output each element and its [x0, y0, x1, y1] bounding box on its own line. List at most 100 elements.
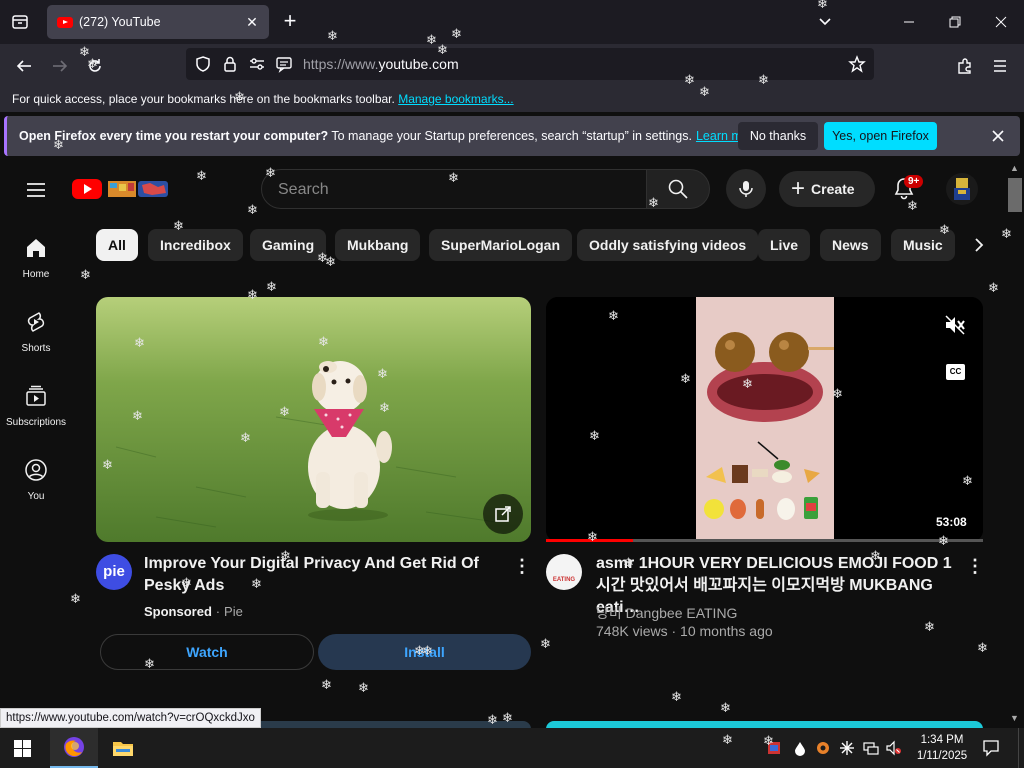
notification-center-icon[interactable] — [982, 739, 1000, 757]
home-icon — [27, 239, 45, 257]
scroll-down-arrow-icon[interactable]: ▼ — [1010, 713, 1019, 723]
muted-speaker-icon[interactable] — [944, 314, 966, 336]
plus-icon: + — [791, 175, 806, 202]
forward-button[interactable] — [47, 53, 73, 79]
ad-thumbnail[interactable] — [96, 297, 531, 542]
page-scrollbar[interactable] — [1006, 160, 1024, 728]
video-age: 10 months ago — [680, 623, 773, 639]
address-bar[interactable]: https://www.youtube.com — [186, 48, 874, 80]
tab-youtube[interactable]: (272) YouTube ✕ — [47, 5, 269, 39]
tray-brightness-icon[interactable] — [839, 740, 855, 756]
bookmark-star-icon[interactable] — [848, 55, 866, 73]
close-notification-icon[interactable] — [988, 126, 1008, 146]
clock-time: 1:34 PM — [920, 734, 964, 746]
arrow-right-icon — [53, 60, 68, 72]
show-desktop-button[interactable] — [1018, 728, 1024, 768]
restore-button[interactable] — [943, 10, 967, 34]
watch-progress-bar — [546, 539, 983, 542]
sidebar-item-subscriptions[interactable]: Subscriptions — [0, 372, 72, 442]
app-menu-button[interactable] — [987, 53, 1013, 79]
sidebar-item-you[interactable]: You — [0, 446, 72, 516]
link-status-panel: https://www.youtube.com/watch?v=crOQxckd… — [0, 708, 261, 728]
network-icon[interactable] — [863, 740, 879, 756]
tray-droplet-icon[interactable] — [792, 740, 808, 756]
ad-more-actions-icon[interactable]: ⋮ — [512, 554, 532, 578]
tray-game-icon[interactable] — [815, 740, 831, 756]
new-tab-button[interactable]: + — [278, 10, 302, 34]
tracking-protection-shield-icon[interactable] — [194, 55, 212, 73]
tab-close-icon[interactable]: ✕ — [243, 13, 261, 31]
mukbang-emoji-food-image — [546, 297, 983, 542]
chip-music[interactable]: Music — [891, 229, 955, 261]
startup-notification-bar: Open Firefox every time you restart your… — [4, 116, 1020, 156]
open-external-button[interactable] — [483, 494, 523, 534]
ad-title[interactable]: Improve Your Digital Privacy And Get Rid… — [144, 553, 506, 597]
clock-date: 1/11/2025 — [916, 750, 968, 762]
guide-menu-icon[interactable] — [24, 178, 48, 202]
advertiser-avatar[interactable]: pie — [96, 554, 132, 590]
chevron-right-icon[interactable] — [966, 232, 992, 258]
tab-title: (272) YouTube — [79, 15, 161, 29]
advertiser-avatar-text: pie — [103, 563, 125, 580]
back-button[interactable] — [11, 53, 37, 79]
captions-icon[interactable]: CC — [946, 364, 965, 380]
chip-live[interactable]: Live — [758, 229, 811, 261]
microphone-icon — [739, 181, 753, 197]
chip-all[interactable]: All — [96, 229, 138, 261]
video-thumbnail[interactable] — [546, 297, 983, 542]
chip-supermariologan[interactable]: SuperMarioLogan — [429, 229, 573, 261]
url-text[interactable]: https://www.youtube.com — [303, 56, 459, 72]
yes-open-firefox-button[interactable]: Yes, open Firefox — [824, 122, 937, 150]
notification-body: To manage your Startup preferences, sear… — [328, 129, 692, 143]
scroll-up-arrow-icon[interactable]: ▲ — [1010, 163, 1019, 173]
search-button[interactable] — [646, 169, 710, 209]
extensions-button[interactable] — [952, 53, 978, 79]
windows-start-icon[interactable] — [14, 740, 31, 757]
reload-button[interactable] — [82, 53, 108, 79]
reader-view-icon[interactable] — [275, 55, 293, 73]
create-button[interactable]: + Create — [779, 171, 875, 207]
firefox-view-button[interactable] — [6, 8, 34, 36]
channel-avatar[interactable]: EATING — [546, 554, 582, 590]
chip-incredibox[interactable]: Incredibox — [148, 229, 243, 261]
chip-oddly-satisfying[interactable]: Oddly satisfying videos — [577, 229, 759, 261]
next-row-thumbnail[interactable] — [546, 721, 983, 728]
taskbar-clock[interactable]: 1:34 PM 1/11/2025 — [910, 732, 974, 764]
chip-mukbang[interactable]: Mukbang — [335, 229, 421, 261]
external-link-icon — [495, 506, 511, 522]
chip-gaming[interactable]: Gaming — [250, 229, 327, 261]
sidebar-item-home[interactable]: Home — [0, 224, 72, 294]
sidebar-item-shorts[interactable]: Shorts — [0, 298, 72, 368]
video-channel-name[interactable]: 당비 Dangbee EATING — [596, 603, 737, 623]
minimize-button[interactable] — [897, 10, 921, 34]
taskbar-file-explorer[interactable] — [99, 728, 147, 768]
ad-watch-button[interactable]: Watch — [100, 634, 314, 670]
search-box[interactable]: Search — [261, 169, 647, 209]
sidebar-item-label: Subscriptions — [5, 417, 67, 428]
lock-icon[interactable] — [221, 55, 239, 73]
hamburger-icon — [994, 60, 1006, 72]
no-thanks-button[interactable]: No thanks — [738, 122, 818, 150]
voice-search-button[interactable] — [726, 169, 766, 209]
tray-app-icon[interactable] — [766, 740, 782, 756]
video-more-actions-icon[interactable]: ⋮ — [965, 554, 985, 578]
volume-muted-icon[interactable] — [886, 740, 902, 756]
list-all-tabs-button[interactable] — [815, 12, 835, 32]
taskbar-firefox[interactable] — [50, 728, 98, 768]
ad-install-button[interactable]: Install — [318, 634, 531, 670]
permissions-icon[interactable] — [248, 55, 266, 73]
account-avatar[interactable] — [946, 173, 978, 205]
manage-bookmarks-link[interactable]: Manage bookmarks... — [398, 92, 513, 106]
close-window-button[interactable] — [989, 10, 1013, 34]
sidebar-item-label: Shorts — [21, 343, 51, 354]
chevron-down-icon — [819, 18, 831, 26]
youtube-doodle-logo[interactable] — [72, 177, 172, 201]
scrollbar-thumb[interactable] — [1008, 178, 1022, 212]
url-prefix: https://www. — [303, 56, 379, 72]
video-duration: 53:08 — [936, 515, 967, 529]
notification-title: Open Firefox every time you restart your… — [19, 129, 329, 143]
search-input[interactable]: Search — [278, 181, 329, 199]
chip-news[interactable]: News — [820, 229, 881, 261]
browser-tab-bar: (272) YouTube ✕ + — [0, 0, 1024, 44]
meta-separator: · — [215, 604, 221, 619]
